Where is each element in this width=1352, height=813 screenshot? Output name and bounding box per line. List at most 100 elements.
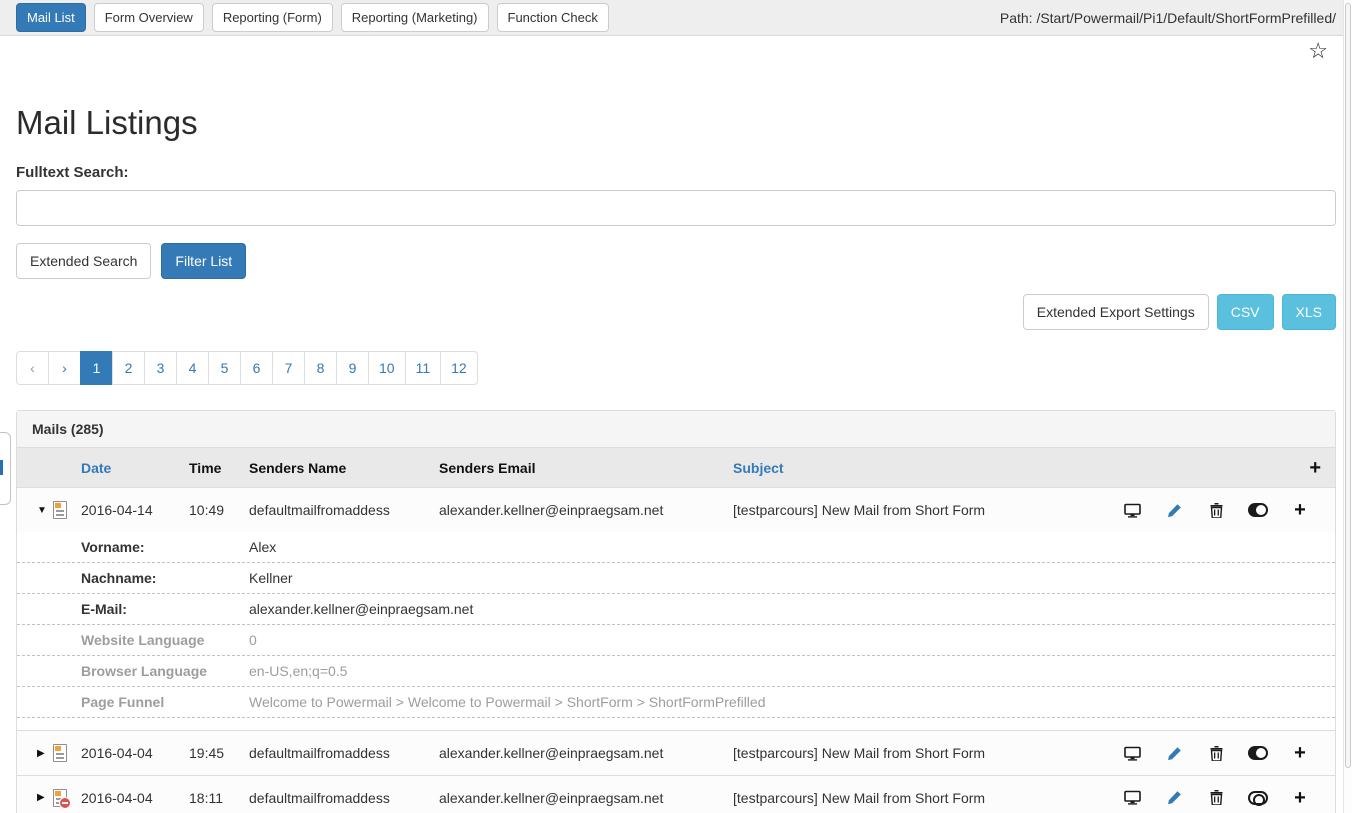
preview-monitor-icon[interactable] — [1111, 790, 1153, 805]
filter-list-button[interactable]: Filter List — [161, 243, 246, 279]
cell-time: 19:45 — [189, 745, 249, 761]
column-header-date[interactable]: Date — [81, 460, 189, 476]
detail-value: en-US,en;q=0.5 — [249, 663, 1321, 679]
pagination-page-4[interactable]: 4 — [176, 351, 209, 385]
pagination-page-5[interactable]: 5 — [208, 351, 241, 385]
tab-reporting-form[interactable]: Reporting (Form) — [212, 3, 333, 32]
detail-row-website-language: Website Language 0 — [17, 625, 1335, 656]
vertical-scrollbar[interactable] — [1343, 0, 1352, 813]
pagination-page-6[interactable]: 6 — [240, 351, 273, 385]
fulltext-search-label: Fulltext Search: — [16, 164, 1336, 181]
table-row: ▶ 2016-04-04 19:45 defaultmailfromaddess… — [17, 731, 1335, 775]
delete-trash-icon[interactable] — [1195, 503, 1237, 518]
tab-mail-list[interactable]: Mail List — [16, 3, 86, 32]
detail-value: alexander.kellner@einpraegsam.net — [249, 601, 1321, 617]
cell-subject: [testparcours] New Mail from Short Form — [733, 790, 1111, 806]
expand-caret-icon[interactable]: ▶ — [37, 792, 53, 803]
visibility-toggle-icon[interactable] — [1237, 791, 1279, 805]
detail-label: Browser Language — [81, 663, 249, 679]
edit-pencil-icon[interactable] — [1153, 746, 1195, 761]
detail-row-vorname: Vorname: Alex — [17, 532, 1335, 563]
pagination-next[interactable]: › — [48, 351, 81, 385]
bookmark-star-icon[interactable]: ☆ — [1308, 40, 1328, 62]
detail-label: Page Funnel — [81, 694, 249, 710]
page-path: Path: /Start/Powermail/Pi1/Default/Short… — [1000, 10, 1336, 26]
delete-trash-icon[interactable] — [1195, 790, 1237, 805]
cell-senders-email: alexander.kellner@einpraegsam.net — [439, 790, 733, 806]
pagination-prev[interactable]: ‹ — [16, 351, 49, 385]
detail-value: Kellner — [249, 570, 1321, 586]
pagination-page-11[interactable]: 11 — [405, 351, 442, 385]
add-column-icon[interactable]: + — [1309, 458, 1321, 478]
add-action-icon[interactable]: + — [1279, 500, 1321, 520]
cell-subject: [testparcours] New Mail from Short Form — [733, 502, 1111, 518]
column-header-senders-email: Senders Email — [439, 460, 733, 476]
module-tabs: Mail List Form Overview Reporting (Form)… — [16, 3, 609, 32]
pagination: ‹ › 1 2 3 4 5 6 7 8 9 10 11 12 — [16, 351, 1336, 385]
pagination-page-8[interactable]: 8 — [304, 351, 337, 385]
scrollbar-thumb[interactable] — [1345, 3, 1351, 768]
visibility-toggle-icon[interactable] — [1237, 503, 1279, 517]
cell-senders-email: alexander.kellner@einpraegsam.net — [439, 502, 733, 518]
mail-record-hidden-icon — [53, 789, 67, 807]
detail-label: Vorname: — [81, 539, 249, 555]
collapse-caret-icon[interactable]: ▼ — [37, 505, 53, 516]
detail-row-page-funnel: Page Funnel Welcome to Powermail > Welco… — [17, 687, 1335, 718]
module-tab-bar: Mail List Form Overview Reporting (Form)… — [0, 0, 1352, 36]
pagination-page-10[interactable]: 10 — [368, 351, 406, 385]
extended-export-settings-button[interactable]: Extended Export Settings — [1023, 294, 1209, 330]
column-header-subject[interactable]: Subject — [733, 460, 1111, 476]
mails-panel: Mails (285) Date Time Senders Name Sende… — [16, 410, 1336, 813]
tab-function-check[interactable]: Function Check — [497, 3, 609, 32]
mails-panel-title: Mails (285) — [17, 411, 1335, 448]
pagination-page-2[interactable]: 2 — [112, 351, 145, 385]
pagination-page-12[interactable]: 12 — [440, 351, 478, 385]
fulltext-search-input[interactable] — [16, 190, 1336, 226]
cell-time: 10:49 — [189, 502, 249, 518]
page-tree-toggle-handle[interactable] — [0, 432, 11, 505]
detail-label: E-Mail: — [81, 601, 249, 617]
extended-search-button[interactable]: Extended Search — [16, 243, 151, 279]
detail-label: Nachname: — [81, 570, 249, 586]
pagination-page-7[interactable]: 7 — [272, 351, 305, 385]
detail-label: Website Language — [81, 632, 249, 648]
tab-reporting-marketing[interactable]: Reporting (Marketing) — [341, 3, 489, 32]
page-title: Mail Listings — [16, 104, 1336, 142]
cell-senders-name: defaultmailfromaddess — [249, 502, 439, 518]
pagination-page-9[interactable]: 9 — [336, 351, 369, 385]
cell-date: 2016-04-14 — [81, 502, 189, 518]
preview-monitor-icon[interactable] — [1111, 746, 1153, 761]
detail-value: Alex — [249, 539, 1321, 555]
mail-record-icon — [53, 501, 67, 519]
detail-row-browser-language: Browser Language en-US,en;q=0.5 — [17, 656, 1335, 687]
cell-senders-name: defaultmailfromaddess — [249, 790, 439, 806]
hidden-overlay-icon — [59, 797, 71, 809]
pagination-page-3[interactable]: 3 — [144, 351, 177, 385]
table-row: ▼ 2016-04-14 10:49 defaultmailfromaddess… — [17, 488, 1335, 532]
add-action-icon[interactable]: + — [1279, 743, 1321, 763]
edit-pencil-icon[interactable] — [1153, 790, 1195, 805]
csv-export-button[interactable]: CSV — [1217, 294, 1274, 330]
cell-subject: [testparcours] New Mail from Short Form — [733, 745, 1111, 761]
table-header-row: Date Time Senders Name Senders Email Sub… — [17, 448, 1335, 488]
delete-trash-icon[interactable] — [1195, 746, 1237, 761]
preview-monitor-icon[interactable] — [1111, 503, 1153, 518]
visibility-toggle-icon[interactable] — [1237, 746, 1279, 760]
column-header-senders-name: Senders Name — [249, 460, 439, 476]
detail-row-nachname: Nachname: Kellner — [17, 563, 1335, 594]
mail-record-icon — [53, 744, 67, 762]
cell-senders-name: defaultmailfromaddess — [249, 745, 439, 761]
tab-form-overview[interactable]: Form Overview — [94, 3, 204, 32]
expand-caret-icon[interactable]: ▶ — [37, 748, 53, 759]
column-header-time: Time — [189, 460, 249, 476]
cell-date: 2016-04-04 — [81, 790, 189, 806]
cell-date: 2016-04-04 — [81, 745, 189, 761]
edit-pencil-icon[interactable] — [1153, 503, 1195, 518]
add-action-icon[interactable]: + — [1279, 788, 1321, 808]
cell-senders-email: alexander.kellner@einpraegsam.net — [439, 745, 733, 761]
detail-value: 0 — [249, 632, 1321, 648]
cell-time: 18:11 — [189, 790, 249, 806]
xls-export-button[interactable]: XLS — [1282, 294, 1336, 330]
pagination-page-1[interactable]: 1 — [80, 351, 113, 385]
detail-row-email: E-Mail: alexander.kellner@einpraegsam.ne… — [17, 594, 1335, 625]
